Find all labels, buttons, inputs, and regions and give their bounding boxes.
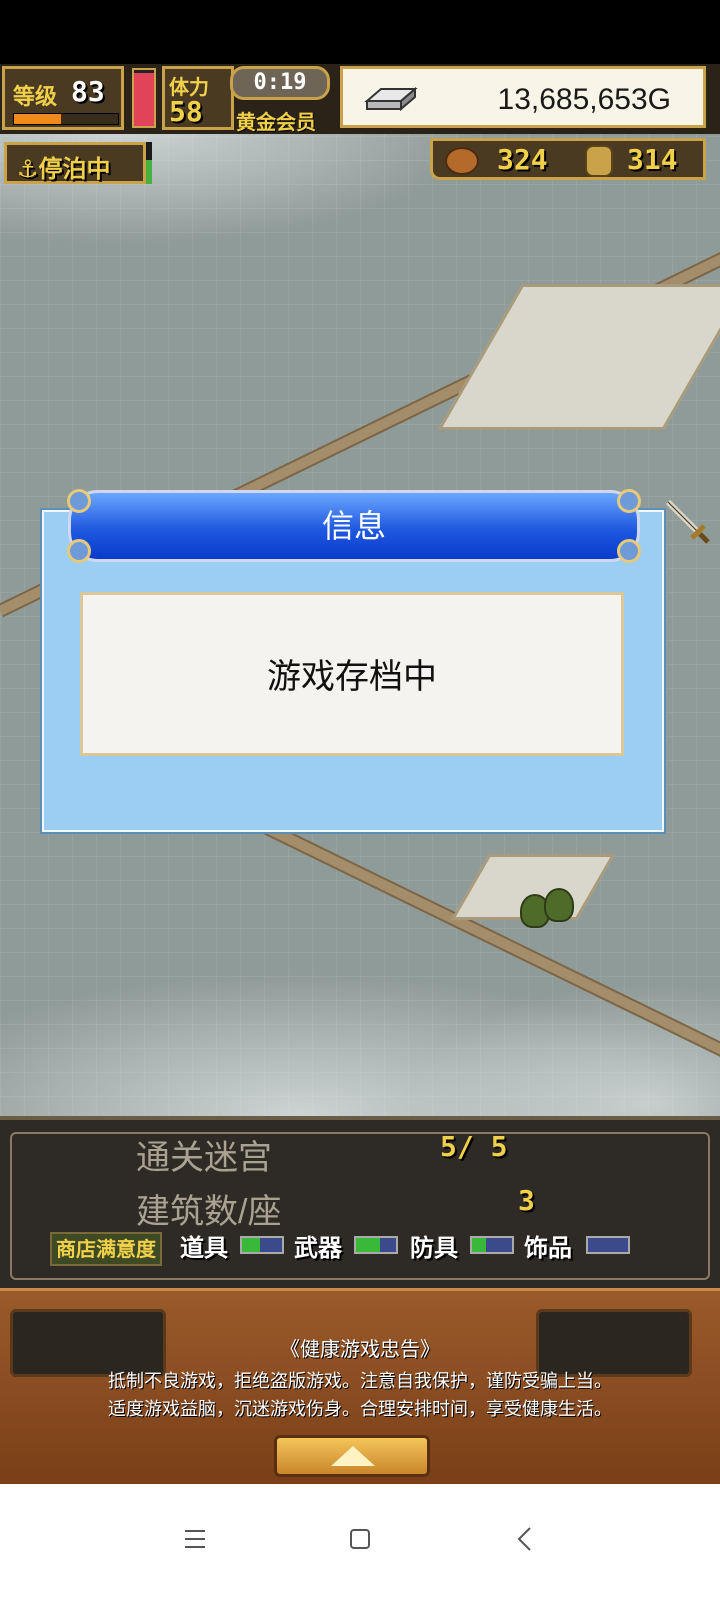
system-nav-bar xyxy=(0,1484,720,1600)
category-label: 道具 xyxy=(180,1234,228,1262)
health-notice: 《健康游戏忠告》 抵制不良游戏，拒绝盗版游戏。注意自我保护，谨防受骗上当。 适度… xyxy=(0,1288,720,1484)
notice-line: 适度游戏益脑，沉迷游戏伤身。合理安排时间，享受健康生活。 xyxy=(108,1399,612,1420)
back-icon[interactable] xyxy=(500,1514,550,1564)
shop-satisfaction-label: 商店满意度 xyxy=(50,1232,162,1266)
dialog-title: 信息 xyxy=(321,507,386,545)
level-value: 83 xyxy=(71,75,105,108)
stamina-panel: 体力 58 xyxy=(162,66,234,130)
food-icon xyxy=(445,147,479,175)
menu-icon[interactable] xyxy=(170,1514,220,1564)
category-gauge xyxy=(470,1236,514,1254)
tree-cluster xyxy=(544,888,574,922)
silver-bar-icon xyxy=(364,86,418,111)
dock-status-label: 停泊中 xyxy=(38,155,111,183)
timer-value: 0:19 xyxy=(253,70,307,95)
gauge-fill xyxy=(472,1238,486,1252)
sword-icon[interactable] xyxy=(662,496,712,546)
dock-status-badge[interactable]: ⚓停泊中 xyxy=(4,142,146,184)
anchor-icon: ⚓ xyxy=(17,155,39,183)
category-gauge xyxy=(240,1236,284,1254)
buildings-label: 建筑数/座 xyxy=(136,1193,282,1231)
notice-line: 抵制不良游戏，拒绝盗版游戏。注意自我保护，谨防受骗上当。 xyxy=(108,1371,612,1392)
buildings-value: 3 xyxy=(518,1184,535,1217)
stamina-value: 58 xyxy=(169,95,203,128)
dialog-title-bar: 信息 xyxy=(67,489,641,563)
category-label: 饰品 xyxy=(524,1234,572,1262)
membership-badge[interactable]: 黄金会员 xyxy=(236,106,316,135)
category-label: 防具 xyxy=(410,1234,458,1262)
category-gauge xyxy=(586,1236,630,1254)
gold-panel[interactable]: 13,685,653G xyxy=(340,66,706,128)
hp-bar xyxy=(132,68,156,128)
gold-amount: 13,685,653G xyxy=(497,83,671,116)
timer-panel: 0:19 xyxy=(230,66,330,100)
expand-menu-button[interactable] xyxy=(274,1435,430,1477)
dock-gauge-fill xyxy=(146,160,152,184)
dock-status-text: ⚓停泊中 xyxy=(17,149,111,184)
dock-gauge xyxy=(146,142,152,184)
dialog-message: 游戏存档中 xyxy=(267,657,437,697)
info-dialog[interactable]: 信息 游戏存档中 xyxy=(42,489,664,832)
dialog-body: 游戏存档中 xyxy=(80,592,624,756)
notice-title: 《健康游戏忠告》 xyxy=(280,1337,440,1361)
cleared-dungeons-label: 通关迷宫 xyxy=(136,1139,272,1177)
gauge-fill xyxy=(242,1238,260,1252)
category-label: 武器 xyxy=(294,1234,342,1262)
level-panel: 等级 83 xyxy=(2,66,124,130)
up-arrow-icon xyxy=(331,1446,375,1466)
resource-food: 324 xyxy=(497,143,548,176)
xp-bar xyxy=(13,113,119,125)
resource-coin: 314 xyxy=(627,143,678,176)
hp-fill xyxy=(134,72,154,126)
category-gauge xyxy=(354,1236,398,1254)
home-icon[interactable] xyxy=(335,1514,385,1564)
xp-fill xyxy=(14,114,61,124)
cleared-dungeons-value: 5/ 5 xyxy=(440,1130,508,1163)
resources-panel: 324 314 xyxy=(430,138,706,180)
coin-icon xyxy=(585,145,613,177)
gauge-fill xyxy=(356,1238,380,1252)
level-label: 等级 xyxy=(13,85,58,110)
